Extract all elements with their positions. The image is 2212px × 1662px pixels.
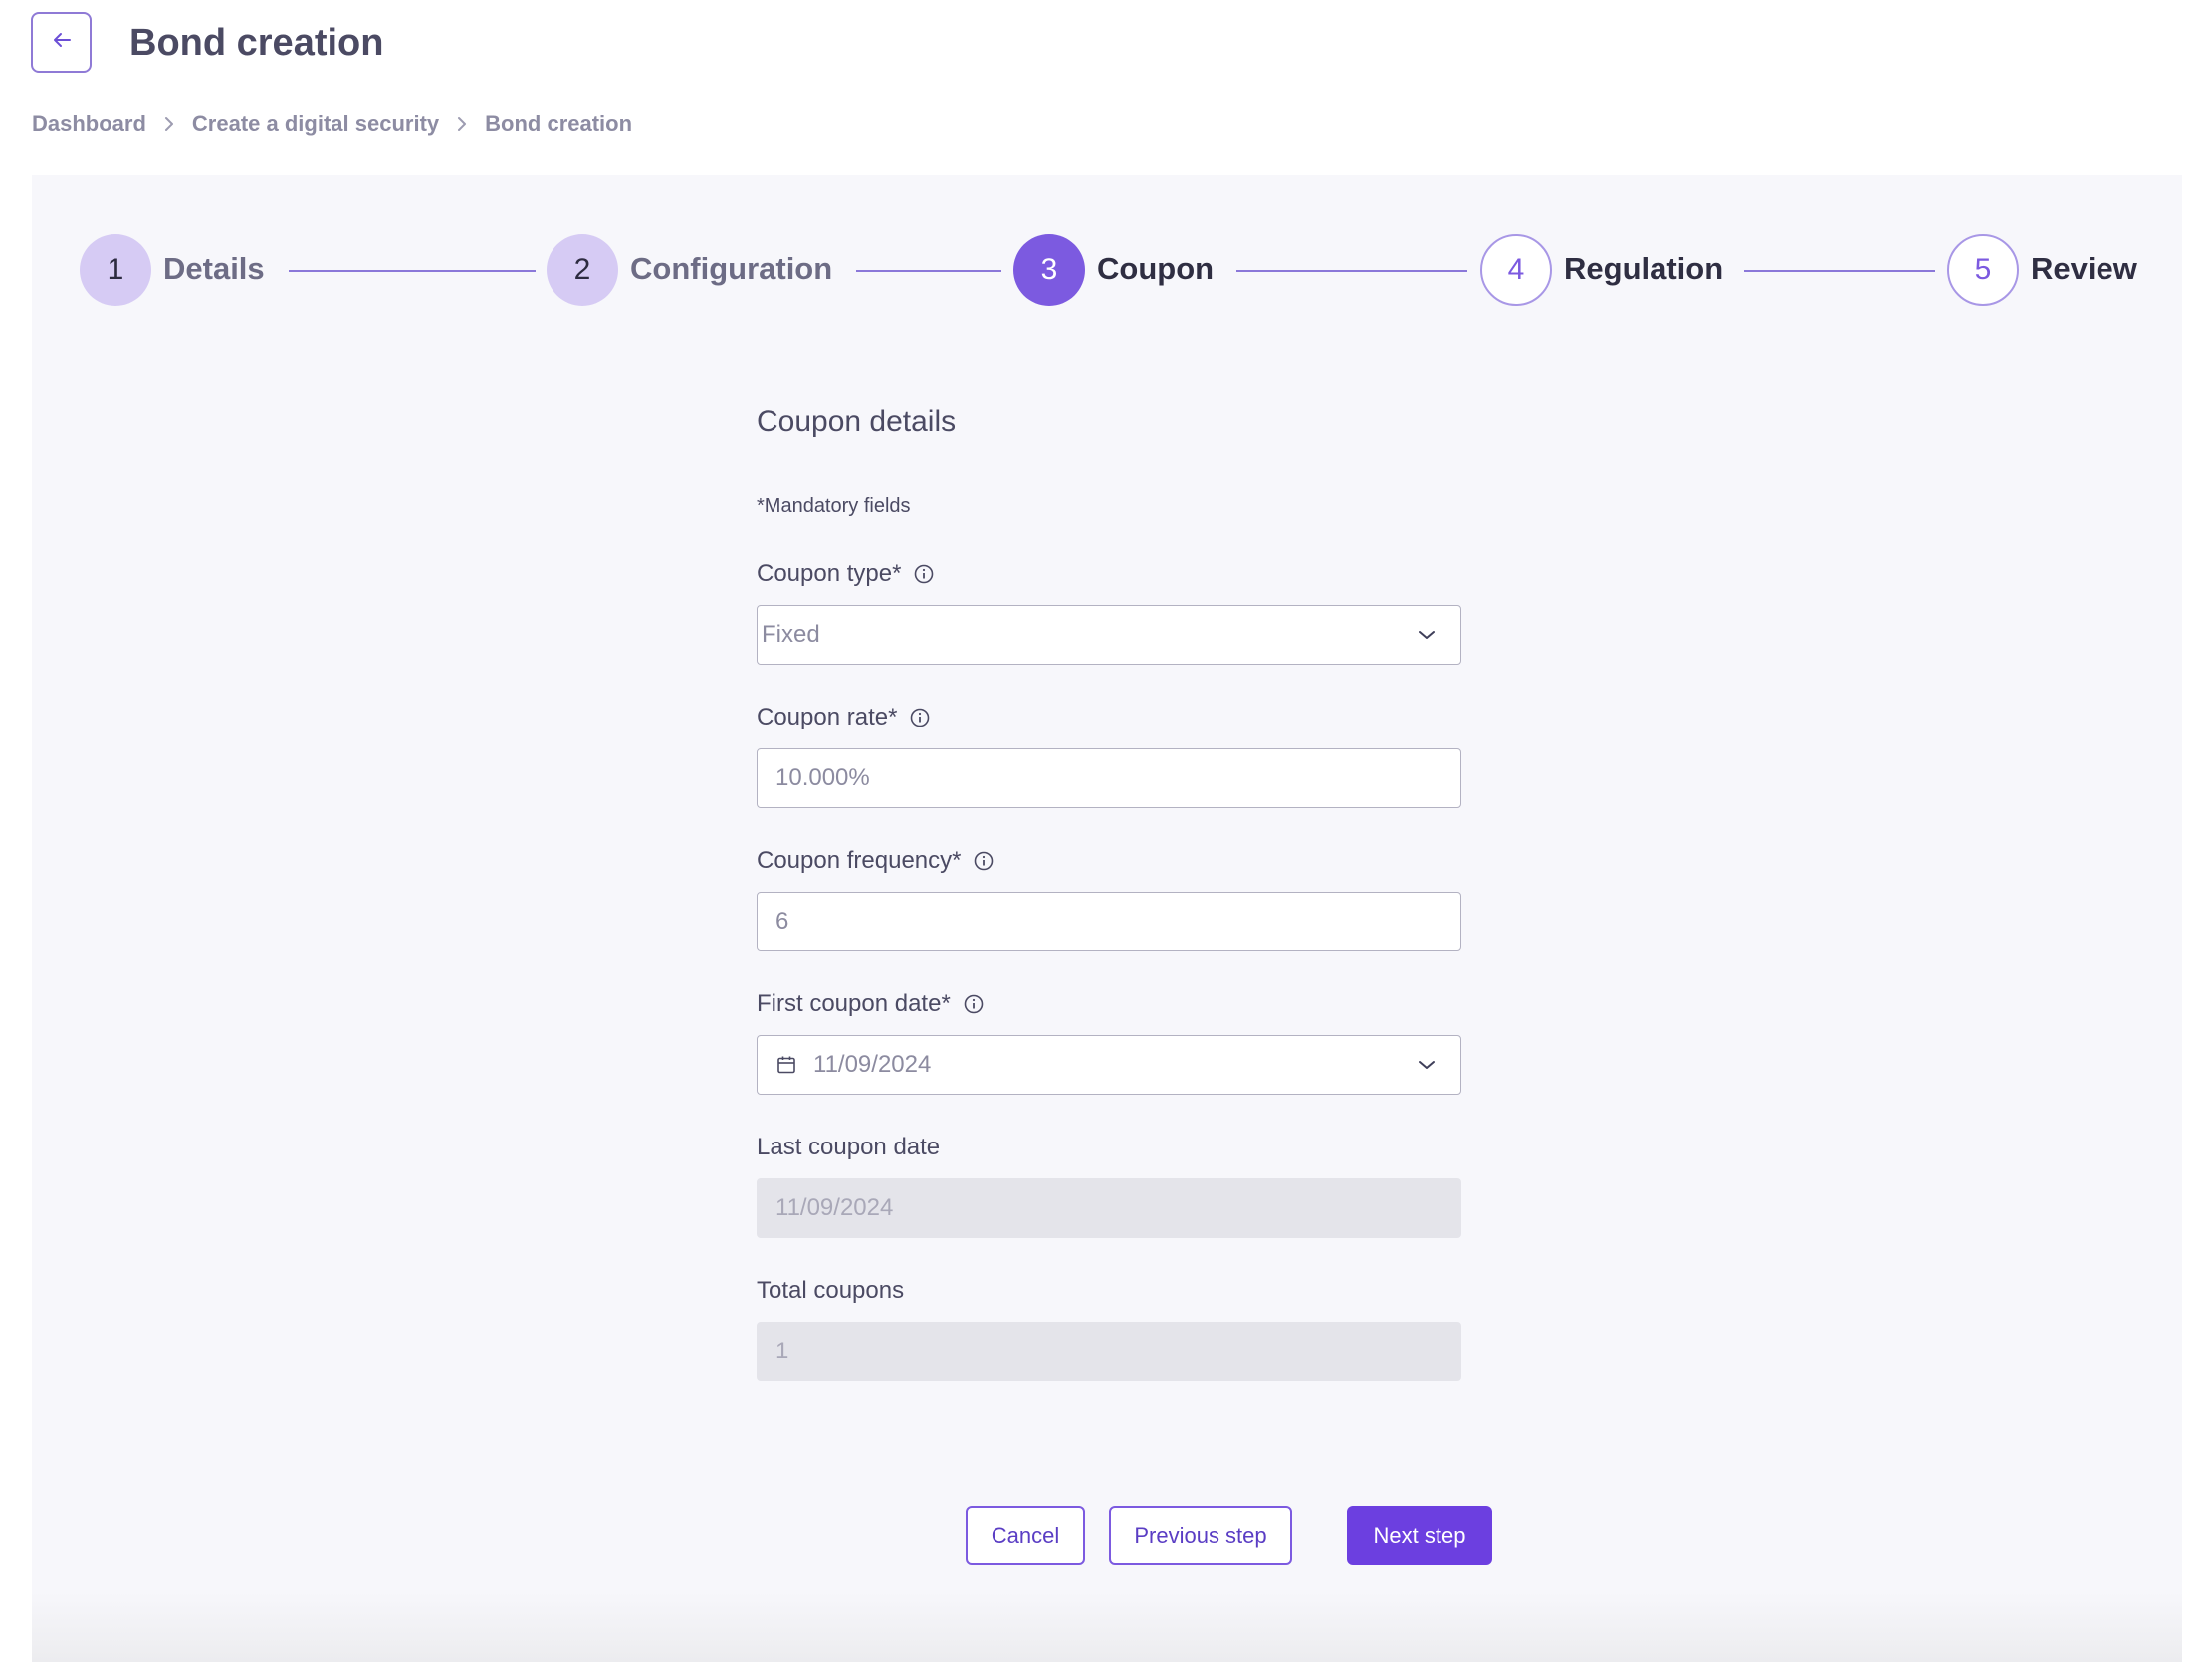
total-coupons-field: 1 [757,1322,1461,1381]
coupon-type-label: Coupon type* [757,558,935,590]
step-connector [1744,270,1935,272]
section-title: Coupon details [757,405,957,438]
step-connector [1236,270,1467,272]
arrow-left-icon [51,29,73,56]
coupon-type-label-text: Coupon type* [757,560,902,587]
step-5-circle[interactable]: 5 [1947,234,2019,306]
coupon-rate-input[interactable]: 10.000% [757,748,1461,808]
chevron-right-icon [163,115,175,133]
step-1-label[interactable]: Details [163,247,265,291]
info-icon[interactable] [913,563,935,585]
panel-bottom-fade [32,1592,2182,1662]
step-4-circle[interactable]: 4 [1480,234,1552,306]
last-coupon-date-field: 11/09/2024 [757,1178,1461,1238]
previous-step-button[interactable]: Previous step [1109,1506,1292,1565]
coupon-frequency-input[interactable]: 6 [757,892,1461,951]
chevron-down-icon [1417,629,1437,641]
last-coupon-date-value: 11/09/2024 [775,1194,894,1221]
last-coupon-date-label: Last coupon date [757,1132,940,1163]
step-3-circle[interactable]: 3 [1013,234,1085,306]
step-connector [289,270,536,272]
step-connector [856,270,1001,272]
step-2-label[interactable]: Configuration [630,247,832,291]
stepper: 1 Details 2 Configuration 3 Coupon 4 Reg… [32,175,2182,374]
breadcrumb-dashboard[interactable]: Dashboard [32,109,146,139]
first-coupon-date-picker[interactable]: 11/09/2024 [757,1035,1461,1095]
first-coupon-date-label: First coupon date* [757,988,985,1020]
chevron-right-icon [456,115,468,133]
info-icon[interactable] [973,850,995,872]
first-coupon-date-value: 11/09/2024 [813,1051,932,1078]
next-step-button[interactable]: Next step [1347,1506,1492,1565]
mandatory-note: *Mandatory fields [757,495,911,517]
last-coupon-date-label-text: Last coupon date [757,1134,941,1160]
step-4-label[interactable]: Regulation [1564,247,1723,291]
step-2-circle[interactable]: 2 [547,234,618,306]
breadcrumb-bond-creation: Bond creation [485,111,633,136]
cancel-button[interactable]: Cancel [966,1506,1085,1565]
coupon-type-value: Fixed [762,621,820,648]
step-1-circle[interactable]: 1 [80,234,151,306]
info-icon[interactable] [963,993,985,1015]
coupon-frequency-label: Coupon frequency* [757,845,995,877]
info-icon[interactable] [909,707,931,728]
total-coupons-label: Total coupons [757,1275,904,1307]
coupon-frequency-value: 6 [775,908,789,935]
coupon-rate-label: Coupon rate* [757,702,931,733]
total-coupons-label-text: Total coupons [757,1277,905,1304]
breadcrumb-create-digital-security[interactable]: Create a digital security [192,109,439,139]
step-5-label[interactable]: Review [2031,247,2137,291]
main-panel: 1 Details 2 Configuration 3 Coupon 4 Reg… [32,175,2182,1662]
chevron-down-icon [1417,1059,1437,1071]
calendar-icon [775,1054,797,1076]
coupon-rate-value: 10.000% [775,764,870,791]
step-3-label[interactable]: Coupon [1097,247,1214,291]
back-button[interactable] [31,12,92,73]
coupon-rate-label-text: Coupon rate* [757,704,898,730]
page-title: Bond creation [129,22,384,64]
coupon-frequency-label-text: Coupon frequency* [757,847,962,874]
total-coupons-value: 1 [775,1338,789,1364]
breadcrumb: Dashboard Create a digital security Bond… [32,109,632,139]
coupon-type-select[interactable]: Fixed [757,605,1461,665]
first-coupon-date-label-text: First coupon date* [757,990,951,1017]
